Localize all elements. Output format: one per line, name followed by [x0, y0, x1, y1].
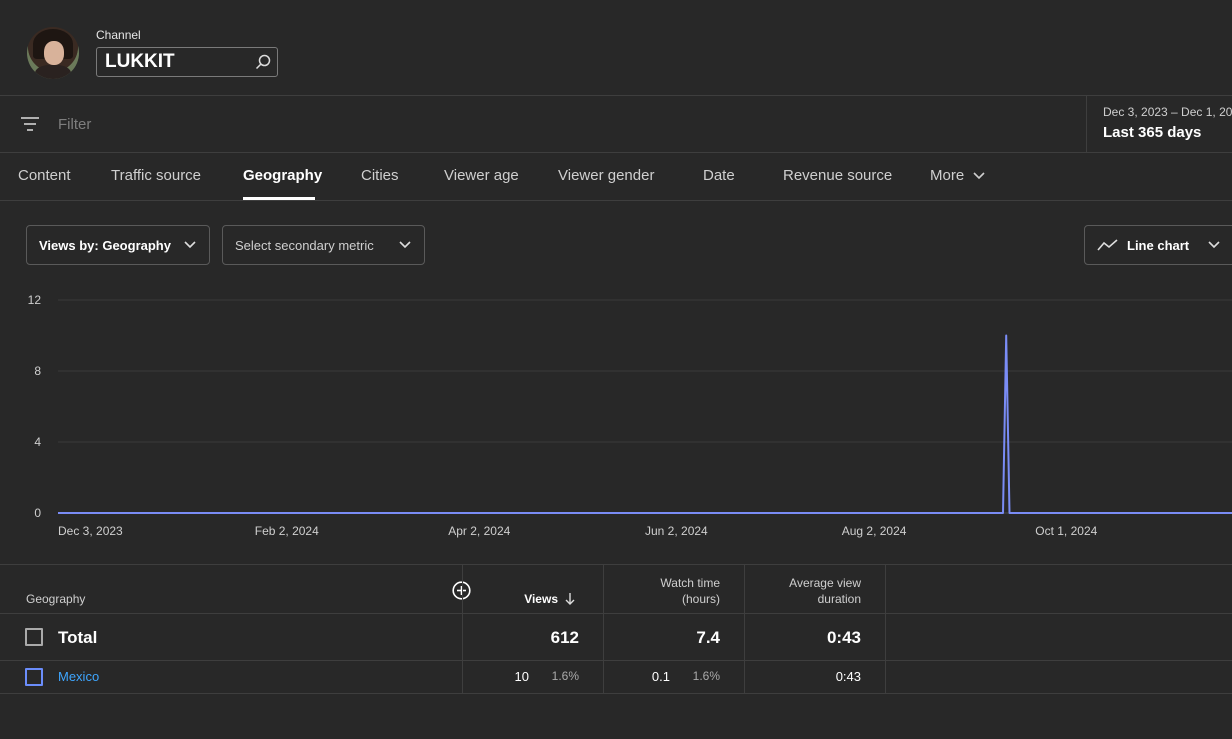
col-header-geography[interactable]: Geography	[26, 591, 85, 607]
row-checkbox[interactable]	[25, 668, 43, 686]
total-views: 612	[550, 628, 579, 647]
filter-divider	[0, 152, 1232, 153]
tab-viewer-gender[interactable]: Viewer gender	[558, 167, 654, 184]
table-row-divider	[0, 660, 1232, 661]
x-tick-label: Jun 2, 2024	[645, 524, 708, 538]
date-range-selector[interactable]: Dec 3, 2023 – Dec 1, 2024 Last 365 days	[1086, 96, 1232, 153]
col-header-avg-duration-line1: Average view	[789, 576, 861, 590]
y-tick-label: 12	[28, 293, 42, 307]
chevron-down-icon	[973, 172, 985, 180]
tab-revenue-source[interactable]: Revenue source	[783, 167, 892, 184]
tab-geography[interactable]: Geography	[243, 167, 322, 184]
total-watch-time: 7.4	[696, 628, 720, 647]
primary-metric-dropdown[interactable]: Views by: Geography	[26, 225, 210, 265]
channel-selector[interactable]: LUKKIT	[96, 47, 278, 77]
total-checkbox[interactable]	[25, 628, 43, 646]
x-tick-label: Aug 2, 2024	[842, 524, 907, 538]
row-views-pct: 1.6%	[551, 669, 579, 683]
channel-name: LUKKIT	[105, 51, 175, 72]
filter-icon[interactable]	[20, 114, 40, 134]
tab-date[interactable]: Date	[703, 167, 735, 184]
col-divider	[885, 564, 886, 693]
chart-type-dropdown[interactable]: Line chart	[1084, 225, 1232, 265]
col-header-watch-time-line1: Watch time	[660, 576, 720, 590]
date-period-label: Last 365 days	[1103, 124, 1202, 141]
filter-input[interactable]: Filter	[58, 116, 91, 133]
row-watch-time-pct: 1.6%	[692, 669, 720, 683]
primary-metric-label: Views by: Geography	[39, 237, 171, 253]
y-tick-label: 0	[34, 506, 41, 520]
date-range-text: Dec 3, 2023 – Dec 1, 2024	[1103, 105, 1232, 119]
col-header-avg-duration-line2: duration	[817, 592, 861, 606]
total-label: Total	[58, 628, 98, 647]
col-divider	[744, 564, 745, 693]
tab-content[interactable]: Content	[18, 167, 71, 184]
chevron-down-icon	[184, 241, 196, 249]
x-tick-label: Dec 3, 2023	[58, 524, 123, 538]
line-chart-icon	[1097, 239, 1118, 251]
tabs-divider	[0, 200, 1232, 201]
tab-traffic-source[interactable]: Traffic source	[111, 167, 201, 184]
chevron-down-icon	[1208, 241, 1220, 249]
col-divider	[462, 564, 463, 693]
row-views: 10	[514, 669, 529, 684]
col-header-avg-view-duration[interactable]: Average view duration	[760, 575, 861, 607]
chart-type-label: Line chart	[1127, 237, 1190, 253]
col-divider	[603, 564, 604, 693]
views-line-chart[interactable]: 0 4 8 12 Dec 3, 2023 Feb 2, 2024 Apr 2, 2024 Ju…	[0, 285, 1232, 550]
col-header-views[interactable]: Views	[480, 591, 558, 607]
table-bottom-divider	[0, 693, 1232, 694]
tab-more-label: More	[930, 167, 965, 184]
table-top-divider	[0, 564, 1232, 565]
channel-label: Channel	[96, 28, 141, 42]
y-tick-label: 8	[34, 364, 41, 378]
x-tick-label: Oct 1, 2024	[1035, 524, 1097, 538]
tab-viewer-age[interactable]: Viewer age	[444, 167, 519, 184]
tab-more[interactable]: More	[930, 167, 986, 184]
chevron-down-icon	[399, 241, 411, 249]
col-header-watch-time-line2: (hours)	[681, 592, 720, 606]
geography-link-mexico[interactable]: Mexico	[58, 669, 99, 684]
table-header-divider	[0, 613, 1232, 614]
col-header-watch-time[interactable]: Watch time (hours)	[620, 575, 720, 607]
sort-down-arrow-icon[interactable]	[564, 592, 576, 606]
total-avg-duration: 0:43	[826, 628, 861, 647]
secondary-metric-dropdown[interactable]: Select secondary metric	[222, 225, 425, 265]
x-tick-label: Feb 2, 2024	[255, 524, 319, 538]
row-avg-duration: 0:43	[835, 669, 861, 684]
search-icon[interactable]	[249, 48, 277, 76]
tab-cities[interactable]: Cities	[361, 167, 399, 184]
x-tick-label: Apr 2, 2024	[448, 524, 510, 538]
row-watch-time: 0.1	[651, 669, 670, 684]
channel-avatar[interactable]	[27, 27, 79, 79]
y-tick-label: 4	[34, 435, 41, 449]
secondary-metric-label: Select secondary metric	[235, 237, 374, 253]
views-series-line[interactable]	[58, 334, 1232, 514]
header-divider	[0, 95, 1232, 96]
